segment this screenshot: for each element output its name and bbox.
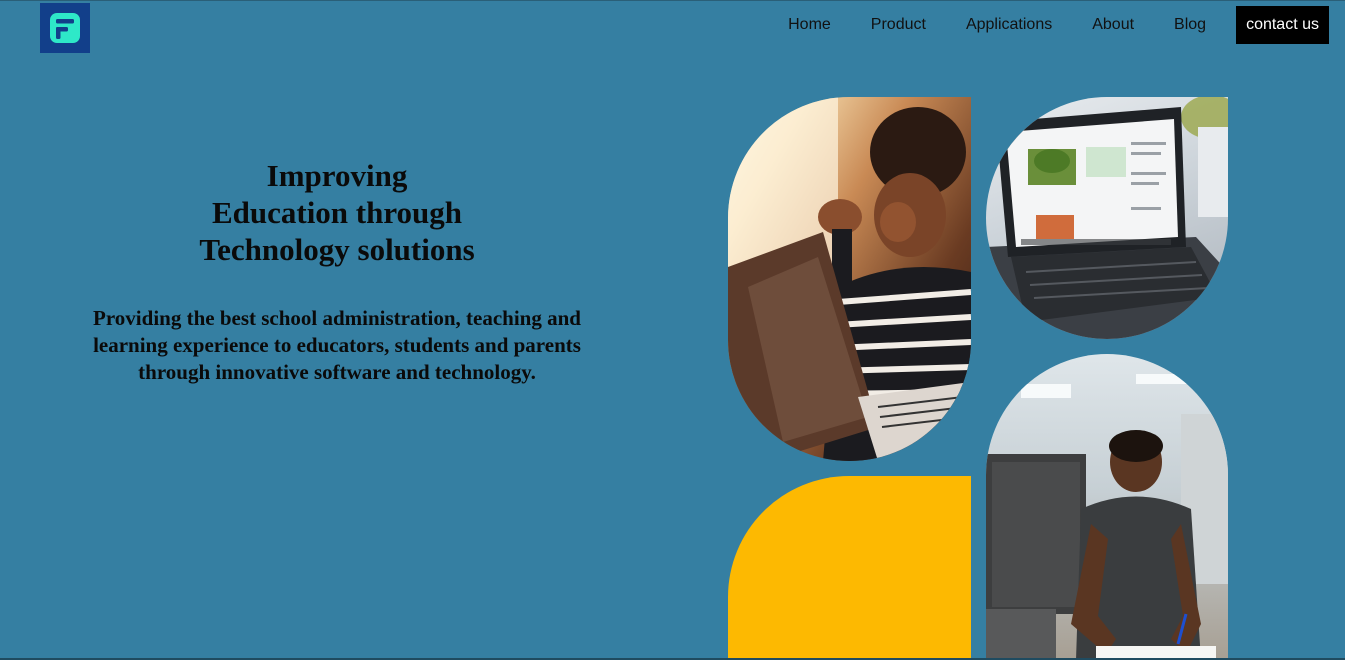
nav-home-link[interactable]: Home <box>788 16 831 34</box>
main-nav: Home Product Applications About Blog con… <box>788 6 1329 44</box>
nav-blog-link[interactable]: Blog <box>1174 16 1206 34</box>
contact-us-button[interactable]: contact us <box>1236 6 1329 44</box>
nav-applications-link[interactable]: Applications <box>966 16 1052 34</box>
hero-title: Improving Education through Technology s… <box>137 157 537 268</box>
top-border <box>0 0 1345 1</box>
man-writing-photo <box>986 354 1228 660</box>
laptop-screen-photo <box>986 97 1228 339</box>
hero-title-line-1: Improving <box>266 158 408 193</box>
decorative-yellow-shape <box>728 476 971 660</box>
nav-product-link[interactable]: Product <box>871 16 926 34</box>
hero-title-line-2: Education through <box>211 195 463 230</box>
hero-title-line-3: Technology solutions <box>199 232 475 267</box>
brand-f-logo-icon <box>50 13 80 43</box>
nav-about-link[interactable]: About <box>1092 16 1134 34</box>
hero-subtitle: Providing the best school administration… <box>93 306 581 384</box>
brand-logo[interactable] <box>40 3 90 53</box>
girl-on-laptop-photo <box>728 97 971 461</box>
